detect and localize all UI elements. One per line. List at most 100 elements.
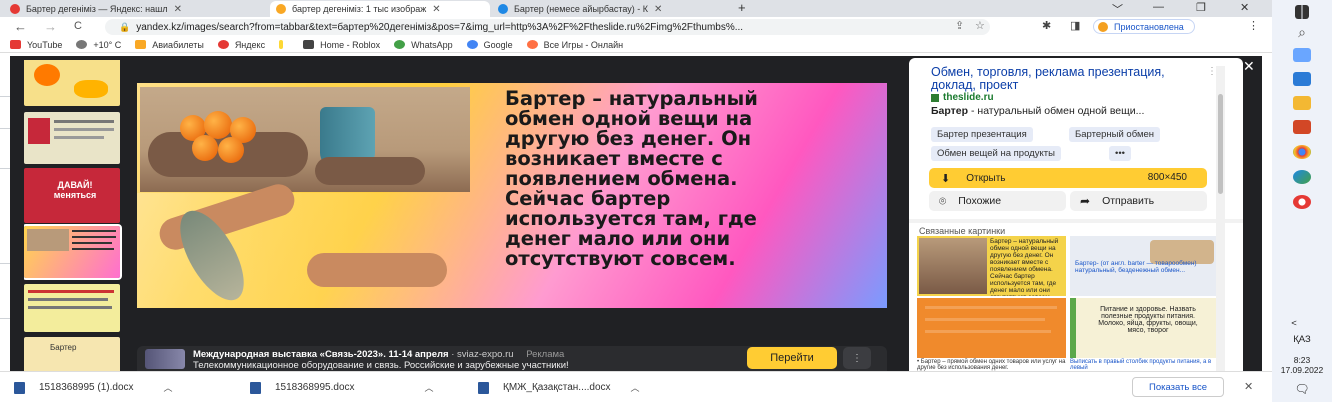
panel-scrollbar[interactable]: [1216, 66, 1225, 371]
close-tab-icon[interactable]: ✕: [654, 4, 662, 15]
show-all-downloads-button[interactable]: Показать все: [1132, 377, 1224, 397]
ad-title-text: Международная выставка «Связь-2023». 11-…: [193, 349, 449, 360]
thumbnail-selected[interactable]: [24, 224, 122, 280]
minimize-button[interactable]: —: [1153, 1, 1164, 13]
menu-kebab-icon[interactable]: ⋮: [1248, 19, 1259, 32]
result-title[interactable]: Обмен, торговля, реклама презентация, до…: [931, 66, 1201, 92]
maximize-button[interactable]: ❐: [1196, 1, 1206, 14]
related-heading: Связанные картинки: [919, 226, 1006, 236]
slide-line: отсутствуют совсем.: [505, 247, 736, 270]
chevron-up-icon[interactable]: ︿: [631, 381, 640, 394]
clock-time[interactable]: 8:23: [1272, 355, 1332, 365]
bookmark-label: Home - Roblox: [320, 39, 381, 50]
tab-search-icon[interactable]: ﹀: [1112, 1, 1123, 17]
notifications-icon[interactable]: 🗨: [1272, 382, 1332, 396]
site-favicon-icon: [931, 93, 939, 102]
bookmark-flights[interactable]: Авиабилеты: [135, 40, 204, 50]
address-bar-row: ← → C 🔒 yandex.kz/images/search?from=tab…: [0, 17, 1272, 37]
similar-button[interactable]: ⌾ Похожие: [929, 191, 1066, 211]
clock-date[interactable]: 17.09.2022: [1272, 365, 1332, 375]
bookmark-label: WhatsApp: [411, 39, 453, 50]
reload-button[interactable]: C: [74, 20, 82, 32]
forward-button[interactable]: →: [44, 19, 57, 34]
search-icon[interactable]: ⌕: [1272, 24, 1332, 41]
bookmark-google[interactable]: Google: [466, 39, 513, 50]
tray-chevron[interactable]: <: [1264, 318, 1324, 329]
ad-more-button[interactable]: ⋮: [843, 347, 871, 369]
related-image[interactable]: Бартер- (от англ. barter — товарообмен) …: [1070, 236, 1219, 296]
download-item[interactable]: 1518368995 (1).docx ︿: [14, 381, 173, 394]
explorer-icon[interactable]: [1293, 96, 1311, 110]
bookmark-yandex[interactable]: Яндекс: [217, 39, 266, 50]
share-icon[interactable]: ⇪: [955, 19, 964, 32]
close-tab-icon[interactable]: ✕: [174, 4, 182, 15]
stickies-icon[interactable]: [1293, 48, 1311, 62]
slide-line: Сейчас бартер: [505, 187, 671, 210]
bookmark-games[interactable]: Все Игры - Онлайн: [526, 39, 624, 50]
windows-start-icon[interactable]: [1295, 5, 1309, 19]
scrollbar-thumb[interactable]: [1218, 94, 1223, 194]
tag-chip[interactable]: Бартерный обмен: [1069, 127, 1161, 142]
close-window-button[interactable]: ✕: [1240, 1, 1249, 14]
google-icon: [466, 40, 478, 49]
download-item[interactable]: ҚМЖ_Қазақстан....docx ︿: [478, 381, 640, 394]
tab-image-search[interactable]: бартер дегеніміз: 1 тыс изображ ✕: [270, 1, 490, 17]
downloads-bar: 1518368995 (1).docx ︿ 1518368995.docx ︿ …: [0, 371, 1272, 402]
hand-shape: [315, 157, 425, 185]
url-field[interactable]: 🔒 yandex.kz/images/search?from=tabbar&te…: [105, 19, 990, 35]
bookmark-label: Яндекс: [234, 39, 266, 50]
store-icon[interactable]: [1293, 72, 1311, 86]
chevron-up-icon[interactable]: ︿: [164, 381, 173, 394]
fish-photo: [137, 180, 472, 308]
tab-barter-article[interactable]: Бартер (немесе айырбастау) - К ✕: [492, 1, 712, 17]
viewer-close-button[interactable]: ✕: [1243, 58, 1255, 75]
thumbnail[interactable]: ДАВАЙ! меняться: [24, 168, 120, 223]
ad-banner[interactable]: Международная выставка «Связь-2023». 11-…: [137, 346, 887, 371]
bookmark-weather[interactable]: +10° C: [76, 40, 121, 50]
tag-chip[interactable]: Обмен вещей на продукты: [931, 146, 1061, 161]
thumbnail[interactable]: [24, 284, 120, 332]
thumbnail-text: Бартер: [50, 343, 77, 352]
close-tab-icon[interactable]: ✕: [432, 4, 440, 15]
ad-go-button[interactable]: Перейти: [747, 347, 837, 369]
profile-paused-button[interactable]: Приостановлена: [1093, 19, 1195, 34]
open-image-button[interactable]: ⬇ Открыть 800×450: [929, 168, 1207, 188]
related-text: Бартер – натуральный обмен одной вещи на…: [990, 238, 1059, 296]
thumbnail[interactable]: [24, 112, 120, 164]
download-item[interactable]: 1518368995.docx ︿: [250, 381, 434, 394]
related-caption-left: • Бартер – прямой обмен одних товаров ил…: [917, 359, 1066, 371]
close-downloads-icon[interactable]: ✕: [1244, 380, 1253, 393]
back-button[interactable]: ←: [14, 19, 27, 34]
language-indicator[interactable]: ҚАЗ: [1272, 334, 1332, 345]
opera-icon[interactable]: [1293, 195, 1311, 209]
ad-badge: Реклама: [526, 349, 565, 360]
side-panel-icon[interactable]: ◨: [1070, 19, 1080, 32]
chevron-up-icon[interactable]: ︿: [425, 381, 434, 394]
result-site[interactable]: theslide.ru: [931, 92, 994, 103]
bookmark-label: Все Игры - Онлайн: [543, 39, 624, 50]
weather-icon: [76, 40, 88, 49]
tab-yandex-search[interactable]: Бартер дегеніміз — Яндекс: нашл ✕: [4, 1, 269, 17]
tag-chip[interactable]: Бартер презентация: [931, 127, 1033, 142]
related-image[interactable]: [917, 298, 1066, 358]
edge-icon[interactable]: [1293, 170, 1311, 184]
related-image[interactable]: Бартер – натуральный обмен одной вещи на…: [917, 236, 1066, 296]
extensions-icon[interactable]: ✱: [1042, 19, 1051, 32]
more-chips-button[interactable]: •••: [1109, 146, 1131, 161]
presentation-icon[interactable]: [1293, 120, 1311, 134]
bookmark-roblox[interactable]: Home - Roblox: [303, 40, 380, 50]
bookmark-star-icon[interactable]: ☆: [975, 19, 985, 32]
related-caption-right: Выписать в правый столбик продукты питан…: [1070, 359, 1212, 371]
bookmark-unnamed[interactable]: [279, 40, 289, 49]
thumbnail[interactable]: [24, 60, 120, 106]
share-button[interactable]: ➦ Отправить: [1070, 191, 1207, 211]
bookmark-whatsapp[interactable]: WhatsApp: [394, 40, 453, 50]
bookmark-label: Google: [483, 39, 513, 50]
related-image[interactable]: Питание и здоровье. Назвать полезные про…: [1070, 298, 1219, 358]
chrome-icon[interactable]: [1293, 145, 1311, 159]
new-tab-button[interactable]: +: [738, 0, 746, 15]
thumbnail[interactable]: Бартер: [24, 337, 120, 371]
bookmark-youtube[interactable]: YouTube: [10, 40, 62, 50]
slide-line: другую без денег. Он: [505, 127, 752, 150]
ad-title[interactable]: Международная выставка «Связь-2023». 11-…: [193, 349, 564, 360]
